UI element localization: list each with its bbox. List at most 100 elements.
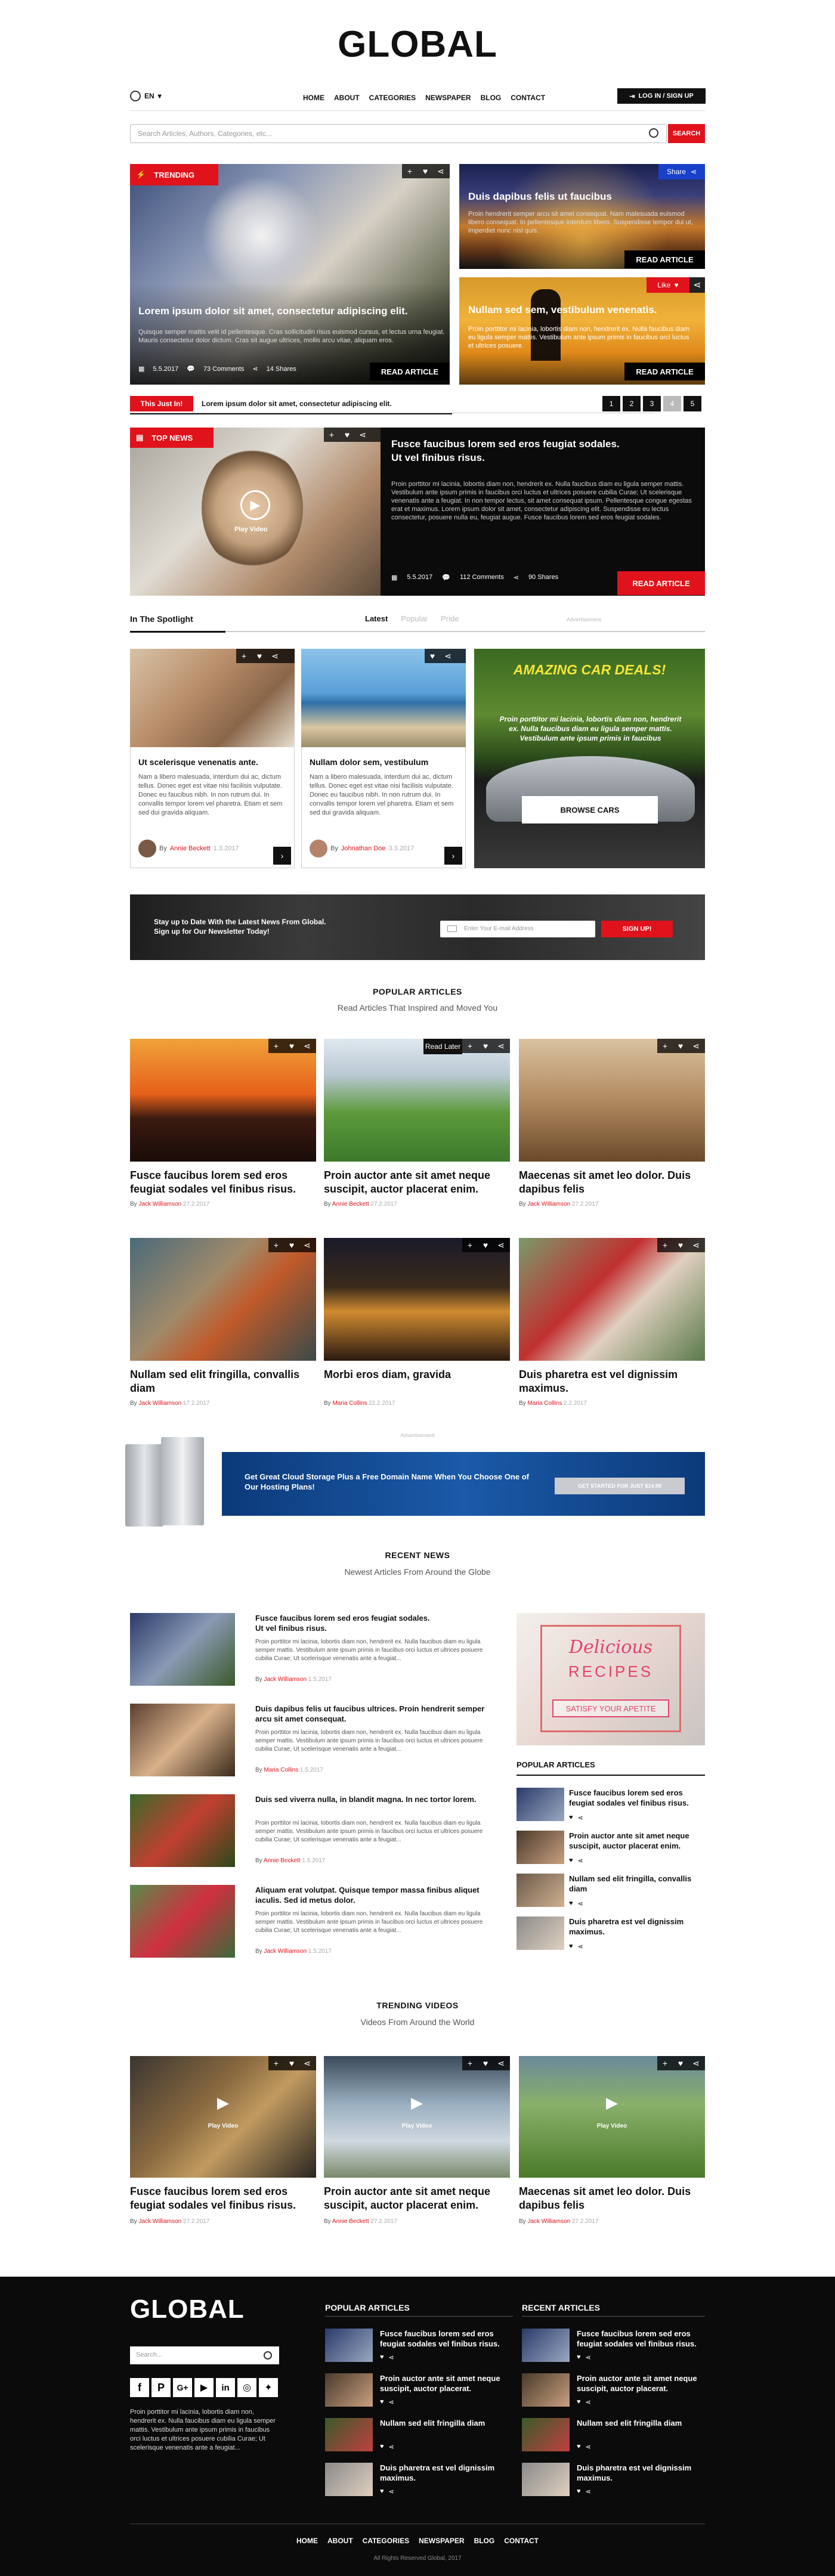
search-icon[interactable]	[264, 2351, 272, 2360]
share-icon[interactable]: ⋖	[578, 1943, 583, 1950]
top-news-image[interactable]: ▶ Play Video	[130, 428, 381, 596]
popular-article-title[interactable]: Morbi eros diam, gravida	[324, 1368, 510, 1382]
footer-article-title[interactable]: Proin auctor ante sit amet neque suscipi…	[380, 2373, 506, 2394]
side-popular-thumb[interactable]	[517, 1916, 564, 1950]
add-icon[interactable]: +	[657, 1039, 673, 1053]
footer-article-thumb[interactable]	[325, 2418, 373, 2451]
author-link[interactable]: Johnathan Doe	[341, 845, 386, 852]
twitter-icon[interactable]: ✦	[259, 2378, 278, 2397]
lang-selector[interactable]: EN ▾	[130, 91, 162, 101]
heart-icon[interactable]: ♥	[252, 649, 267, 663]
share-icon[interactable]: ⋖	[389, 2354, 394, 2361]
heart-icon[interactable]: ♥	[478, 2056, 493, 2070]
read-article-button[interactable]: READ ARTICLE	[370, 363, 450, 380]
recent-article-image[interactable]	[130, 1613, 235, 1686]
recent-article-title[interactable]: Duis sed viverra nulla, in blandit magna…	[255, 1794, 494, 1804]
page-3[interactable]: 3	[643, 396, 661, 411]
video-title[interactable]: Maecenas sit amet leo dolor. Duis dapibu…	[519, 2185, 705, 2212]
recent-article-image[interactable]	[130, 1704, 235, 1776]
footer-logo[interactable]: GLOBAL	[130, 2295, 245, 2324]
heart-icon[interactable]: ♥	[569, 1900, 573, 1908]
share-icon[interactable]: ⋖	[433, 164, 449, 178]
video-thumb[interactable]	[130, 2056, 316, 2178]
footer-nav-about[interactable]: ABOUT	[327, 2537, 353, 2545]
author-link[interactable]: Maria Collins	[264, 1767, 298, 1773]
author-link[interactable]: Annie Beckett	[332, 2218, 369, 2225]
share-icon[interactable]: ⋖	[267, 649, 283, 663]
popular-article-title[interactable]: Maecenas sit amet leo dolor. Duis dapibu…	[519, 1169, 705, 1196]
heart-icon[interactable]: ♥	[339, 428, 355, 442]
share-icon[interactable]: ⋖	[493, 1238, 509, 1252]
footer-article-title[interactable]: Nullam sed elit fringilla diam	[380, 2418, 506, 2428]
add-icon[interactable]: +	[462, 1039, 478, 1053]
popular-article-image[interactable]	[130, 1039, 316, 1162]
footer-article-thumb[interactable]	[522, 2418, 570, 2451]
author-link[interactable]: Annie Beckett	[332, 1201, 369, 1208]
share-icon[interactable]: ⋖	[586, 2398, 591, 2406]
get-started-button[interactable]: GET STARTED FOR JUST $14.99	[555, 1478, 685, 1494]
side-popular-title[interactable]: Proin auctor ante sit amet neque suscipi…	[569, 1831, 705, 1851]
footer-article-title[interactable]: Proin auctor ante sit amet neque suscipi…	[577, 2373, 703, 2394]
popular-article-title[interactable]: Fusce faucibus lorem sed eros feugiat so…	[130, 1169, 316, 1196]
tab-pride[interactable]: Pride	[441, 614, 459, 623]
footer-nav-blog[interactable]: BLOG	[474, 2537, 495, 2545]
add-icon[interactable]: +	[268, 2056, 284, 2070]
side-popular-thumb[interactable]	[517, 1831, 564, 1864]
add-icon[interactable]: +	[462, 1238, 478, 1252]
recent-article-title[interactable]: Fusce faucibus lorem sed eros feugiat so…	[255, 1613, 494, 1633]
heart-icon[interactable]: ♥	[569, 1857, 573, 1865]
search-button[interactable]: SEARCH	[668, 124, 705, 143]
share-icon[interactable]: ⋖	[688, 1238, 704, 1252]
author-link[interactable]: Maria Collins	[332, 1400, 367, 1407]
read-later-button[interactable]: Read Later	[423, 1039, 462, 1054]
recent-article-title[interactable]: Duis dapibus felis ut faucibus ultrices.…	[255, 1704, 494, 1724]
ticker-text[interactable]: Lorem ipsum dolor sit amet, consectetur …	[202, 400, 392, 408]
play-icon[interactable]: ▶	[604, 2094, 620, 2111]
recent-article-image[interactable]	[130, 1794, 235, 1867]
nav-about[interactable]: ABOUT	[334, 94, 360, 102]
footer-nav-contact[interactable]: CONTACT	[504, 2537, 539, 2545]
share-icon[interactable]: ⋖	[586, 2488, 591, 2496]
facebook-icon[interactable]: f	[130, 2378, 149, 2397]
browse-cars-button[interactable]: BROWSE CARS	[522, 796, 658, 823]
share-icon[interactable]: ⋖	[688, 2056, 704, 2070]
footer-article-thumb[interactable]	[522, 2463, 570, 2496]
recent-article-image[interactable]	[130, 1885, 235, 1958]
author-link[interactable]: Jack Williamson	[527, 2218, 570, 2225]
footer-article-title[interactable]: Nullam sed elit fringilla diam	[577, 2418, 703, 2428]
share-icon[interactable]: ⋖	[299, 1238, 315, 1252]
side-popular-title[interactable]: Nullam sed elit fringilla, convallis dia…	[569, 1874, 705, 1894]
play-video-label[interactable]: Play Video	[130, 2123, 316, 2129]
heart-icon[interactable]: ♥	[673, 1039, 688, 1053]
googleplus-icon[interactable]: G+	[173, 2378, 192, 2397]
share-icon[interactable]: ⋖	[299, 2056, 315, 2070]
heart-icon[interactable]: ♥	[577, 2488, 581, 2496]
tab-popular[interactable]: Popular	[401, 614, 428, 623]
video-thumb[interactable]	[324, 2056, 510, 2178]
heart-icon[interactable]: ♥	[418, 164, 433, 178]
heart-icon[interactable]: ♥	[478, 1039, 493, 1053]
author-link[interactable]: Jack Williamson	[138, 1201, 181, 1208]
author-link[interactable]: Annie Beckett	[170, 845, 211, 852]
trending-side1-title[interactable]: Duis dapibus felis ut faucibus	[468, 191, 695, 203]
share-icon[interactable]: ⋖	[355, 428, 370, 442]
heart-icon[interactable]: ♥	[284, 1238, 299, 1252]
side-popular-title[interactable]: Fusce faucibus lorem sed eros feugiat so…	[569, 1788, 705, 1808]
popular-article-image[interactable]	[324, 1238, 510, 1361]
read-article-button[interactable]: READ ARTICLE	[617, 571, 705, 595]
footer-article-thumb[interactable]	[325, 2329, 373, 2362]
heart-icon[interactable]: ♥	[478, 1238, 493, 1252]
add-icon[interactable]: +	[268, 1238, 284, 1252]
share-icon[interactable]: ⋖	[493, 2056, 509, 2070]
share-icon[interactable]: ⋖	[586, 2443, 591, 2451]
play-icon[interactable]: ▶	[409, 2094, 425, 2111]
share-icon[interactable]: ⋖	[578, 1857, 583, 1865]
play-video-label[interactable]: Play Video	[234, 526, 267, 533]
share-icon[interactable]: ⋖	[299, 1039, 315, 1053]
share-icon[interactable]: ⋖	[586, 2354, 591, 2361]
author-link[interactable]: Jack Williamson	[264, 1948, 307, 1955]
nav-newspaper[interactable]: NEWSPAPER	[425, 94, 471, 102]
card-arrow-button[interactable]: ›	[444, 847, 462, 865]
play-icon[interactable]: ▶	[240, 490, 270, 520]
side-popular-thumb[interactable]	[517, 1874, 564, 1907]
